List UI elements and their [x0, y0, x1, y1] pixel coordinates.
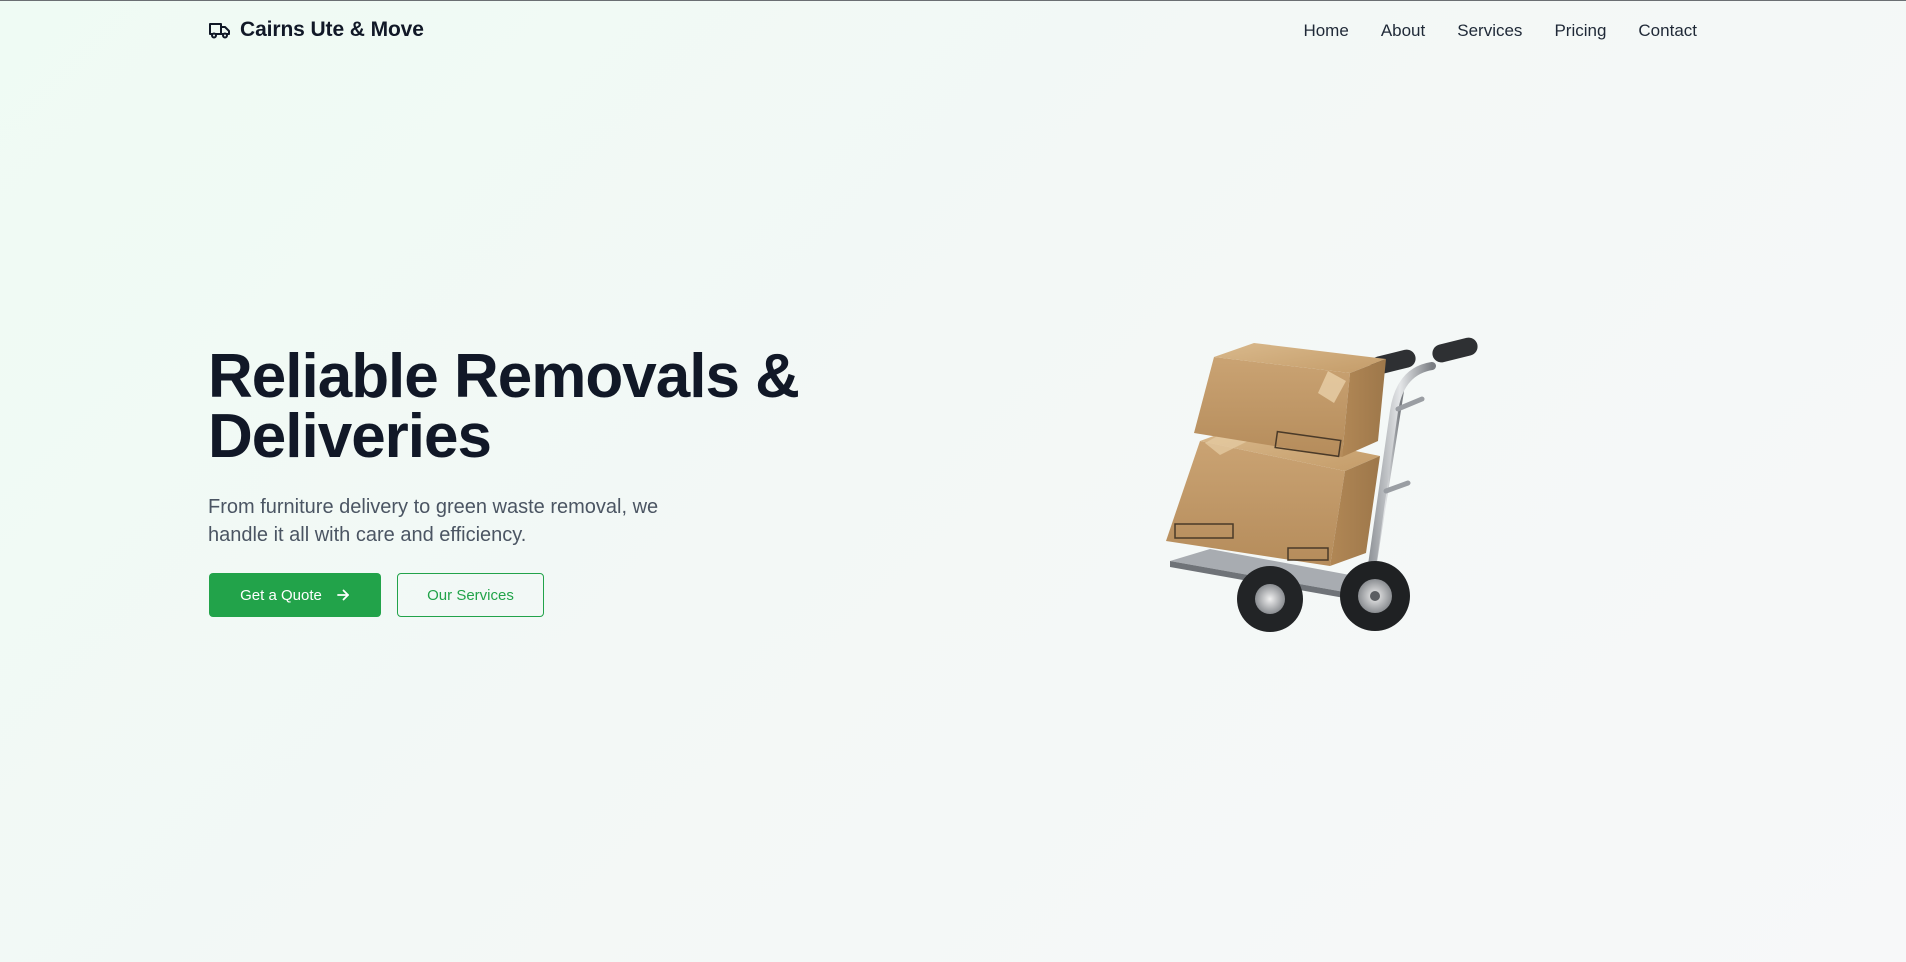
- nav-link-home[interactable]: Home: [1303, 21, 1348, 41]
- nav-menu: Home About Services Pricing Contact: [1303, 21, 1697, 41]
- arrow-right-icon: [336, 589, 349, 601]
- get-quote-button[interactable]: Get a Quote: [209, 573, 381, 617]
- navbar: Cairns Ute & Move Home About Services Pr…: [0, 1, 1906, 63]
- brand-logo[interactable]: Cairns Ute & Move: [208, 18, 424, 42]
- brand-name: Cairns Ute & Move: [240, 18, 424, 41]
- nav-link-services[interactable]: Services: [1457, 21, 1522, 41]
- hand-truck-image: [1166, 337, 1478, 632]
- nav-link-pricing[interactable]: Pricing: [1554, 21, 1606, 41]
- get-quote-label: Get a Quote: [240, 586, 322, 604]
- our-services-label: Our Services: [427, 586, 514, 604]
- hero-subtitle: From furniture delivery to green waste r…: [208, 496, 659, 546]
- our-services-button[interactable]: Our Services: [397, 573, 544, 617]
- nav-link-about[interactable]: About: [1381, 21, 1425, 41]
- hero-title: Reliable Removals & Deliveries: [208, 342, 800, 471]
- truck-icon: [209, 23, 230, 39]
- nav-link-contact[interactable]: Contact: [1638, 21, 1697, 41]
